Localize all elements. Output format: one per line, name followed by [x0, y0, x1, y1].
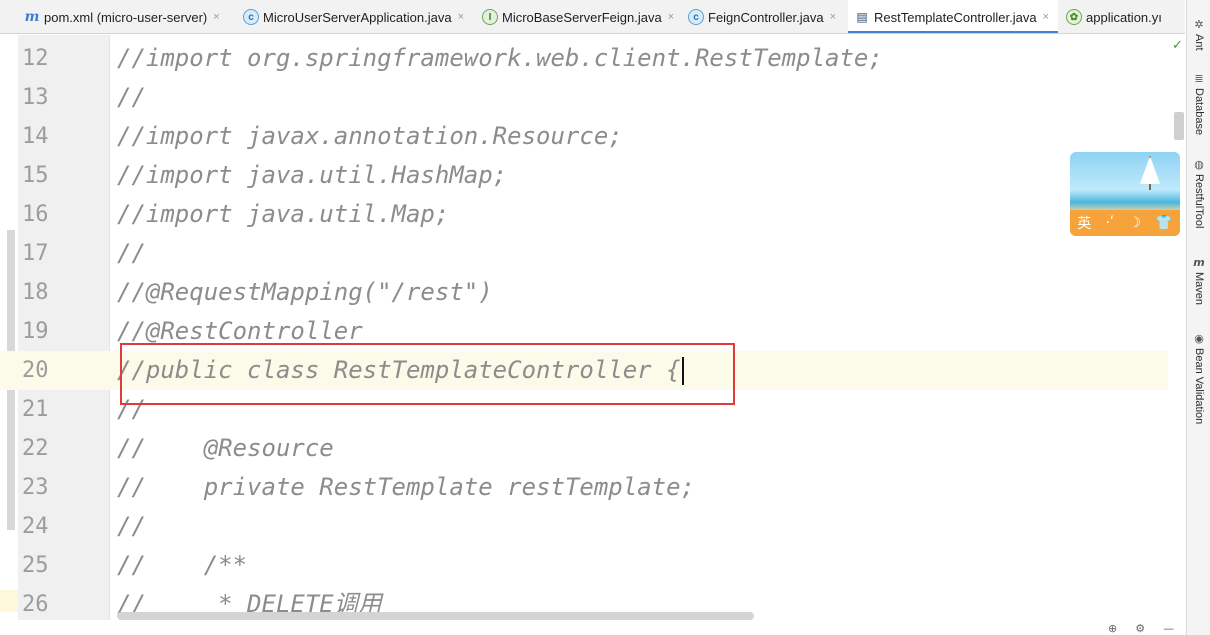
line-number: 25 — [22, 553, 49, 578]
tab-label: MicroUserServerApplication.java — [263, 9, 452, 25]
tool-label: Database — [1193, 88, 1205, 136]
code-text[interactable]: // @Resource — [117, 429, 334, 468]
close-icon[interactable]: × — [213, 11, 219, 23]
tab-micro-user-server-application[interactable]: c MicroUserServerApplication.java × — [243, 0, 464, 33]
code-text[interactable]: // /** — [117, 546, 247, 585]
line-number: 20 — [22, 351, 82, 390]
line-number: 16 — [22, 202, 49, 227]
code-line: 23 // private RestTemplate restTemplate; — [0, 468, 1168, 507]
close-icon[interactable]: × — [1043, 11, 1049, 23]
ime-mode-label[interactable]: 英 — [1077, 213, 1091, 233]
bottom-toolbar-icons: ⊕⚙— — [1108, 622, 1192, 635]
ime-toolbar: 英 ·ʹ ☽ 👕 — [1070, 210, 1180, 236]
gear-icon[interactable]: ⚙ — [1135, 622, 1163, 635]
application-yml-icon: ✿ — [1066, 9, 1082, 25]
code-line: 25 // /** — [0, 546, 1168, 585]
shirt-icon[interactable]: 👕 — [1155, 215, 1172, 231]
tab-feign-controller[interactable]: c FeignController.java × — [688, 0, 836, 33]
ant-icon: ✲ — [1194, 18, 1204, 31]
line-number: 23 — [22, 475, 49, 500]
line-number: 19 — [22, 319, 49, 344]
database-icon: ≣ — [1194, 72, 1204, 85]
tab-label: pom.xml (micro-user-server) — [44, 9, 208, 25]
line-number: 26 — [22, 592, 49, 617]
code-line: 12 //import org.springframework.web.clie… — [0, 39, 1168, 78]
annotation-highlight-box — [120, 343, 735, 405]
editor-bottom-bar — [0, 612, 1185, 635]
tab-pom-xml[interactable]: m pom.xml (micro-user-server) × — [24, 0, 220, 33]
tool-ant[interactable]: ✲ Ant — [1189, 18, 1209, 51]
line-number: 17 — [22, 241, 49, 266]
bean-validation-icon: ◉ — [1194, 332, 1204, 345]
ime-status-widget[interactable]: 英 ·ʹ ☽ 👕 — [1070, 152, 1180, 236]
tool-maven[interactable]: m Maven — [1189, 256, 1209, 305]
close-icon[interactable]: × — [458, 11, 464, 23]
line-number: 13 — [22, 85, 49, 110]
close-icon[interactable]: × — [668, 11, 674, 23]
line-number: 12 — [22, 46, 49, 71]
tool-label: Maven — [1193, 272, 1205, 306]
tool-database[interactable]: ≣ Database — [1189, 72, 1209, 135]
line-number: 18 — [22, 280, 49, 305]
line-number: 22 — [22, 436, 49, 461]
code-line: 17 // — [0, 234, 1168, 273]
code-line: 18 //@RequestMapping("/rest") — [0, 273, 1168, 312]
code-line: 16 //import java.util.Map; — [0, 195, 1168, 234]
close-icon[interactable]: × — [830, 11, 836, 23]
line-number: 14 — [22, 124, 49, 149]
code-text[interactable]: //import java.util.HashMap; — [117, 156, 507, 195]
tool-bean-validation[interactable]: ◉ Bean Validation — [1189, 332, 1209, 424]
moon-icon[interactable]: ☽ — [1128, 215, 1141, 231]
tab-label: RestTemplateController.java — [874, 9, 1037, 25]
restful-tool-icon: ◍ — [1194, 158, 1204, 171]
interface-icon: I — [482, 9, 498, 25]
code-text[interactable]: //@RequestMapping("/rest") — [117, 273, 493, 312]
code-line: 15 //import java.util.HashMap; — [0, 156, 1168, 195]
line-number: 24 — [22, 514, 49, 539]
line-number: 15 — [22, 163, 49, 188]
horizontal-scrollbar-thumb[interactable] — [117, 612, 754, 620]
code-text[interactable]: // — [117, 234, 146, 273]
code-text[interactable]: //import org.springframework.web.client.… — [117, 39, 883, 78]
editor-tab-bar: m pom.xml (micro-user-server) × c MicroU… — [0, 0, 1185, 34]
code-text[interactable]: // private RestTemplate restTemplate; — [117, 468, 695, 507]
punctuation-icon[interactable]: ·ʹ — [1106, 215, 1114, 231]
tool-label: Bean Validation — [1193, 348, 1205, 425]
tab-rest-template-controller[interactable]: ▤ RestTemplateController.java × — [848, 0, 1058, 33]
right-tool-window-strip: ✲ Ant ≣ Database ◍ RestfulTool m Maven ◉… — [1186, 0, 1210, 635]
inspection-ok-icon[interactable]: ✓ — [1172, 38, 1183, 53]
tab-label: application.yı — [1086, 9, 1162, 25]
tool-label: Ant — [1193, 34, 1205, 51]
code-text[interactable]: //import java.util.Map; — [117, 195, 449, 234]
maven-icon: m — [1193, 256, 1205, 269]
spring-class-icon: c — [243, 9, 259, 25]
tool-label: RestfulTool — [1193, 174, 1205, 229]
tab-application-yml[interactable]: ✿ application.yı — [1066, 0, 1162, 33]
code-line: 22 // @Resource — [0, 429, 1168, 468]
sail-shape — [1140, 156, 1160, 184]
vertical-scrollbar-thumb[interactable] — [1174, 112, 1184, 140]
code-line: 14 //import javax.annotation.Resource; — [0, 117, 1168, 156]
line-number: 21 — [22, 397, 49, 422]
globe-icon[interactable]: ⊕ — [1108, 622, 1135, 635]
code-text[interactable]: // — [117, 507, 146, 546]
maven-icon: m — [24, 9, 40, 25]
tab-label: FeignController.java — [708, 9, 824, 25]
java-file-icon: ▤ — [856, 10, 868, 24]
tool-restfultool[interactable]: ◍ RestfulTool — [1189, 158, 1209, 228]
code-text[interactable]: // — [117, 78, 146, 117]
code-line: 13 // — [0, 78, 1168, 117]
tab-micro-base-server-feign[interactable]: I MicroBaseServerFeign.java × — [482, 0, 674, 33]
class-icon: c — [688, 9, 704, 25]
code-line: 24 // — [0, 507, 1168, 546]
tab-label: MicroBaseServerFeign.java — [502, 9, 662, 25]
code-text[interactable]: //import javax.annotation.Resource; — [117, 117, 623, 156]
